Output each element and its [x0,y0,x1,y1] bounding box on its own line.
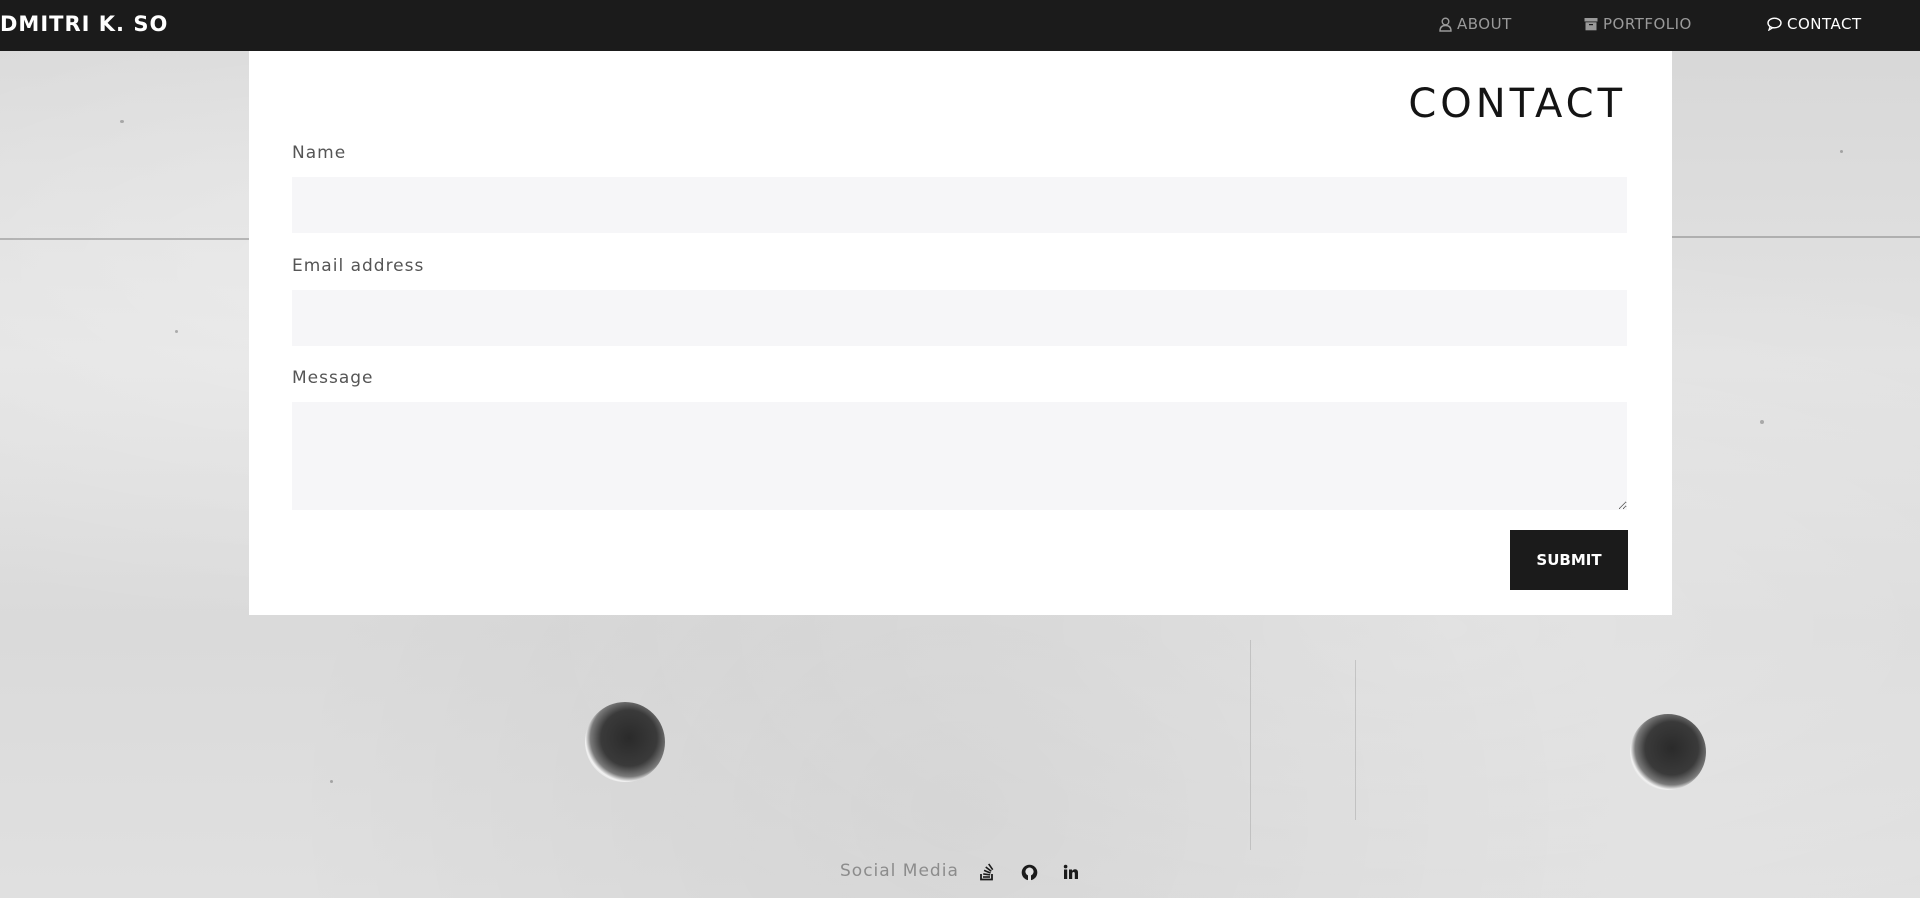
wall-speck [1840,150,1843,153]
footer: Social Media [0,859,1920,885]
email-label: Email address [292,256,425,276]
wall-hole [1630,714,1706,790]
message-textarea[interactable] [292,402,1627,510]
wall-speck [120,120,124,123]
wall-hole [585,702,665,782]
email-input[interactable] [292,290,1627,346]
name-label: Name [292,143,347,163]
wall-crack [1355,660,1356,820]
github-icon[interactable] [1018,861,1040,883]
social-media-label: Social Media [840,861,959,881]
wall-speck [175,330,178,333]
wall-speck [1760,420,1764,424]
nav-about-label: ABOUT [1457,15,1512,33]
wall-seam [0,238,250,240]
wall-seam [1672,236,1920,238]
brand-logo[interactable]: DMITRI K. SO [0,12,168,36]
stack-overflow-icon[interactable] [976,861,998,883]
message-label: Message [292,368,374,388]
top-navbar: DMITRI K. SO ABOUT PORTFOLIO CONTACT [0,0,1920,51]
nav-contact-label: CONTACT [1787,15,1862,33]
nav-portfolio[interactable]: PORTFOLIO [1584,15,1692,33]
name-input[interactable] [292,177,1627,233]
archive-icon [1584,17,1598,31]
wall-speck [330,780,333,783]
submit-button[interactable]: SUBMIT [1510,530,1628,590]
linkedin-icon[interactable] [1060,861,1082,883]
contact-card: CONTACT Name Email address Message SUBMI… [249,51,1672,615]
wall-crack [1250,640,1251,850]
page-title: CONTACT [1408,81,1626,127]
comment-icon [1767,17,1782,31]
user-icon [1439,17,1452,32]
nav-contact[interactable]: CONTACT [1767,15,1862,33]
nav-about[interactable]: ABOUT [1439,15,1512,33]
nav-portfolio-label: PORTFOLIO [1603,15,1692,33]
